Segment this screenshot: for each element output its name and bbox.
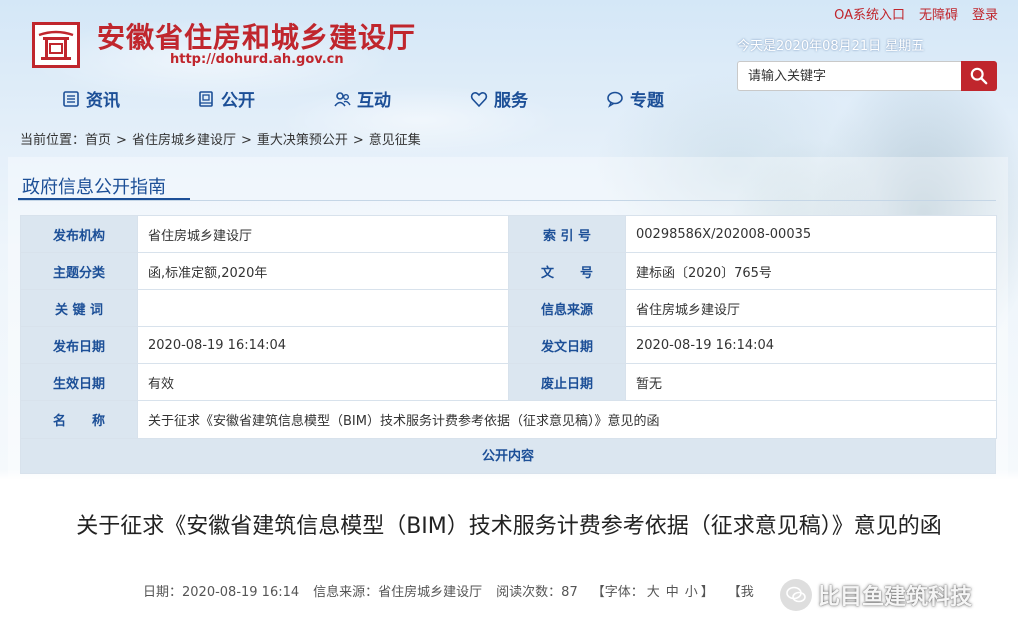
table-row: 主题分类 函,标准定额,2020年 文 号 建标函〔2020〕765号 bbox=[20, 252, 997, 290]
nav-label: 服务 bbox=[494, 91, 528, 111]
watermark-text: 比目鱼建筑科技 bbox=[818, 585, 973, 610]
login-link[interactable]: 登录 bbox=[972, 4, 998, 23]
table-row: 发布机构 省住房城乡建设厅 索 引 号 00298586X/202008-000… bbox=[20, 215, 997, 253]
font-size-label: 【字体： bbox=[591, 585, 644, 600]
breadcrumb-prefix: 当前位置： bbox=[20, 133, 86, 148]
meta-label: 废止日期 bbox=[508, 363, 626, 401]
meta-value: 函,标准定额,2020年 bbox=[137, 252, 509, 290]
article-date: 日期：2020-08-19 16:14 bbox=[143, 585, 300, 600]
list-icon bbox=[63, 90, 79, 107]
font-size-close: 】 bbox=[700, 585, 714, 600]
public-content-header: 公开内容 bbox=[20, 438, 996, 474]
wechat-icon bbox=[780, 579, 812, 611]
font-size-medium[interactable]: 中 bbox=[666, 585, 679, 600]
nav-label: 互动 bbox=[357, 91, 391, 111]
article-meta: 日期：2020-08-19 16:14 信息来源：省住房城乡建设厅 阅读次数：8… bbox=[143, 581, 754, 600]
nav-item-news[interactable]: 资讯 bbox=[62, 86, 120, 111]
article-views: 阅读次数：87 bbox=[496, 585, 578, 600]
breadcrumb-decision[interactable]: 重大决策预公开 bbox=[257, 133, 348, 148]
font-size-control: 【字体：大中小】 bbox=[592, 581, 714, 600]
accessibility-link[interactable]: 无障碍 bbox=[919, 4, 958, 23]
watermark: 比目鱼建筑科技 bbox=[780, 578, 972, 612]
font-size-large[interactable]: 大 bbox=[647, 585, 660, 600]
nav-label: 公开 bbox=[221, 91, 255, 111]
nav-item-service[interactable]: 服务 bbox=[470, 86, 528, 111]
breadcrumb-home[interactable]: 首页 bbox=[85, 133, 111, 148]
meta-label: 发布日期 bbox=[20, 326, 138, 364]
article-source: 信息来源：省住房城乡建设厅 bbox=[313, 585, 483, 600]
meta-value: 2020-08-19 16:14:04 bbox=[137, 326, 509, 364]
meta-label: 索 引 号 bbox=[508, 215, 626, 253]
table-row: 名 称 关于征求《安徽省建筑信息模型（BIM）技术服务计费参考依据（征求意见稿）… bbox=[20, 400, 997, 439]
panel-title[interactable]: 政府信息公开指南 bbox=[22, 173, 166, 199]
panel-title-underline bbox=[18, 198, 190, 200]
chat-bubble-icon bbox=[607, 91, 623, 108]
site-title[interactable]: 安徽省住房和城乡建设厅 bbox=[97, 16, 416, 56]
nav-item-public[interactable]: 公开 bbox=[197, 86, 255, 111]
search-input[interactable] bbox=[737, 61, 963, 91]
meta-value bbox=[137, 289, 509, 327]
breadcrumb-current[interactable]: 意见征集 bbox=[369, 133, 421, 148]
meta-label: 发布机构 bbox=[20, 215, 138, 253]
meta-value-name: 关于征求《安徽省建筑信息模型（BIM）技术服务计费参考依据（征求意见稿）》意见的… bbox=[137, 400, 997, 439]
table-row: 生效日期 有效 废止日期 暂无 bbox=[20, 363, 997, 401]
breadcrumb: 当前位置：首页 > 省住房城乡建设厅 > 重大决策预公开 > 意见征集 bbox=[20, 129, 421, 148]
meta-label: 主题分类 bbox=[20, 252, 138, 290]
nav-label: 专题 bbox=[630, 91, 664, 111]
site-url: http://dohurd.ah.gov.cn bbox=[170, 52, 344, 67]
breadcrumb-separator: > bbox=[240, 133, 252, 148]
meta-value: 省住房城乡建设厅 bbox=[625, 289, 997, 327]
meta-value: 2020-08-19 16:14:04 bbox=[625, 326, 997, 364]
search-button[interactable] bbox=[961, 61, 997, 91]
meta-value: 00298586X/202008-00035 bbox=[625, 215, 997, 253]
meta-label: 关 键 词 bbox=[20, 289, 138, 327]
nav-label: 资讯 bbox=[86, 91, 120, 111]
metadata-table: 发布机构 省住房城乡建设厅 索 引 号 00298586X/202008-000… bbox=[20, 215, 997, 439]
nav-item-interact[interactable]: 互动 bbox=[333, 86, 391, 111]
meta-label-name: 名 称 bbox=[20, 400, 138, 439]
meta-label: 生效日期 bbox=[20, 363, 138, 401]
meta-value: 暂无 bbox=[625, 363, 997, 401]
breadcrumb-separator: > bbox=[116, 133, 127, 148]
oa-entry-link[interactable]: OA系统入口 bbox=[834, 4, 905, 23]
logo-emblem-icon[interactable] bbox=[32, 22, 80, 68]
font-size-small[interactable]: 小 bbox=[685, 585, 698, 600]
meta-label: 发文日期 bbox=[508, 326, 626, 364]
top-links: OA系统入口 无障碍 登录 bbox=[834, 4, 998, 23]
table-row: 发布日期 2020-08-19 16:14:04 发文日期 2020-08-19… bbox=[20, 326, 997, 364]
article-title: 关于征求《安徽省建筑信息模型（BIM）技术服务计费参考依据（征求意见稿）》意见的… bbox=[76, 514, 942, 539]
search-icon bbox=[970, 67, 988, 85]
breadcrumb-department[interactable]: 省住房城乡建设厅 bbox=[132, 133, 236, 148]
people-icon bbox=[334, 91, 351, 106]
table-row: 关 键 词 信息来源 省住房城乡建设厅 bbox=[20, 289, 997, 327]
heart-icon bbox=[470, 91, 488, 107]
meta-value: 建标函〔2020〕765号 bbox=[625, 252, 997, 290]
meta-label: 信息来源 bbox=[508, 289, 626, 327]
panel-divider bbox=[18, 200, 996, 201]
book-icon bbox=[199, 90, 213, 107]
breadcrumb-separator: > bbox=[352, 133, 364, 148]
nav-item-topic[interactable]: 专题 bbox=[606, 86, 664, 111]
meta-value: 省住房城乡建设厅 bbox=[137, 215, 509, 253]
meta-value: 有效 bbox=[137, 363, 509, 401]
today-date: 今天是2020年08月21日 星期五 bbox=[737, 39, 925, 54]
meta-label: 文 号 bbox=[508, 252, 626, 290]
article-extra[interactable]: 【我 bbox=[728, 581, 754, 600]
